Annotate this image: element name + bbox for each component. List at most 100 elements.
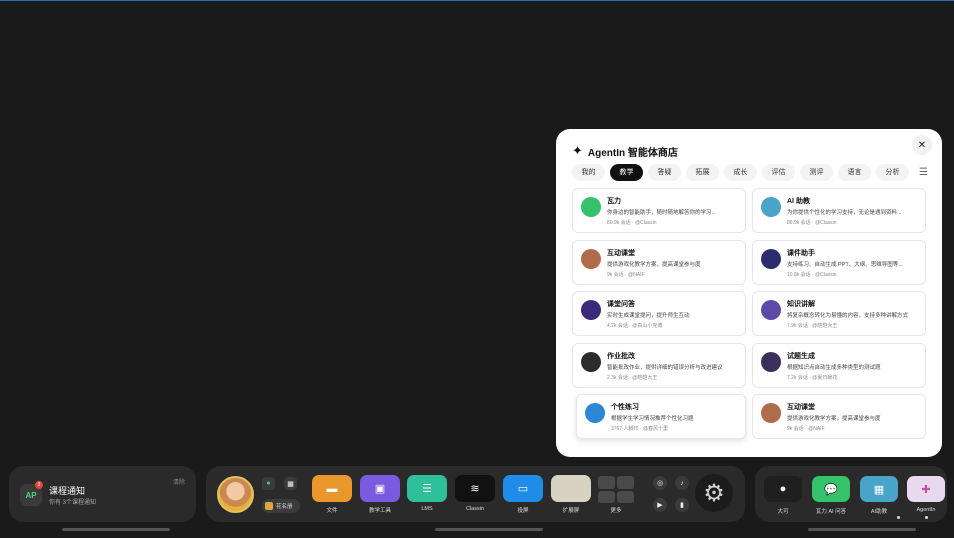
camera-icon[interactable]: ● <box>262 477 275 490</box>
app-teaching-tools[interactable]: ▣ 教学工具 <box>360 475 400 514</box>
main-dock: ● ▦ 花名册 ▬ 文件 ▣ 教学工具 ☰ LMS ≋ Classin ▭ 投屏… <box>206 466 745 522</box>
agent-meta: 7.9k 会话 · @皑皑大王 <box>787 323 838 329</box>
notification-subtitle: 你有 3个课程通知 <box>49 500 97 506</box>
agent-name: 个性练习 <box>611 404 639 411</box>
extended-screen-icon <box>551 475 591 502</box>
agent-avatar-icon <box>581 197 601 217</box>
store-header: ✦ AgentIn 智能体商店 <box>572 139 678 163</box>
tab-test[interactable]: 测评 <box>800 163 833 181</box>
app-dake[interactable]: ● 大可 <box>764 476 802 515</box>
ai-dock: ● 大可 💬 瓦力 AI 问答 ▦ AI助教 ✚ AgentIn <box>755 466 947 522</box>
agent-avatar-icon <box>761 352 781 372</box>
lms-icon: ☰ <box>407 475 447 502</box>
microphone-icon[interactable]: ♪ <box>675 476 689 490</box>
agent-card[interactable]: AI 助教 为你提供个性化的学习支持，无论是遇到资料... 86.9k 会话 ·… <box>752 188 926 233</box>
app-label: 扩展屏 <box>562 508 580 514</box>
more-apps-grid[interactable] <box>598 476 634 503</box>
agent-card[interactable]: 知识讲解 将复杂概念转化为易懂的内容，支持多种讲解方式 7.9k 会话 · @皑… <box>752 291 926 336</box>
tab-assessment[interactable]: 评估 <box>762 163 795 181</box>
agent-card[interactable]: 个性练习 根据学生学习情况推荐个性化习题 3767 人脚印 · @春风十里 <box>576 394 746 439</box>
classin-icon: ≋ <box>455 475 495 502</box>
settings-gear-icon[interactable]: ⚙ <box>695 474 733 512</box>
agent-card[interactable]: 课件助手 支持练习、自动生成 PPT、大纲、思维导图等... 10.8k 会话 … <box>752 240 926 285</box>
roster-label: 花名册 <box>276 504 293 510</box>
app-label: AgentIn <box>916 507 936 513</box>
signal-icon[interactable]: ▮ <box>675 498 689 512</box>
agent-description: 根据学生学习情况推荐个性化习题 <box>611 416 694 422</box>
app-label: 教学工具 <box>368 508 391 514</box>
agent-avatar-icon <box>581 249 601 269</box>
agent-meta: 3767 人脚印 · @春风十里 <box>611 426 669 432</box>
agent-meta: 4.2k 会话 · @白山小克博 <box>607 323 663 329</box>
app-screen-cast[interactable]: ▭ 投屏 <box>503 475 543 514</box>
home-indicator[interactable] <box>808 528 916 531</box>
agent-card[interactable]: 课堂问答 实时生成课堂提问，提升师生互动 4.2k 会话 · @白山小克博 <box>572 291 746 336</box>
tab-mine[interactable]: 我的 <box>572 163 605 181</box>
course-notification[interactable]: AP 3 课程通知 你有 3个课程通知 清除 <box>9 466 196 522</box>
app-lms[interactable]: ☰ LMS <box>407 475 447 512</box>
running-indicator <box>897 516 900 519</box>
app-label: 大可 <box>777 509 789 515</box>
agent-card[interactable]: 试题生成 根据知识点自动生成多种类型的测试题 7.2k 会话 · @夏日暖花 <box>752 343 926 388</box>
video-camera-icon[interactable]: ▶ <box>653 498 667 512</box>
agent-name: 互动课堂 <box>607 250 635 257</box>
agent-name: 课堂问答 <box>607 301 635 308</box>
agent-avatar-icon <box>761 249 781 269</box>
agent-name: 课件助手 <box>787 250 815 257</box>
agent-avatar-icon <box>581 300 601 320</box>
monitor-icon: ▭ <box>503 475 543 502</box>
tab-analysis[interactable]: 分析 <box>876 163 909 181</box>
roster-button[interactable]: 花名册 <box>262 499 300 513</box>
clear-button[interactable]: 清除 <box>173 477 185 486</box>
store-title: AgentIn 智能体商店 <box>587 147 678 159</box>
agent-card[interactable]: 互动课堂 提供游戏化教学方案，提高课堂参与度 9k 会话 · @NAIF <box>752 394 926 439</box>
agent-description: 支持练习、自动生成 PPT、大纲、思维导图等... <box>787 262 903 268</box>
target-icon[interactable]: ◎ <box>653 476 667 490</box>
agent-avatar-icon <box>581 352 601 372</box>
agent-avatar-icon <box>761 197 781 217</box>
notification-title: 课程通知 <box>49 486 86 496</box>
agent-card[interactable]: 瓦力 你身边的智能助手，随时随地解答你的学习... 80.9k 会话 · @Cl… <box>572 188 746 233</box>
tab-teaching[interactable]: 教学 <box>610 163 643 181</box>
agent-meta: 9k 会话 · @NAIF <box>787 426 825 432</box>
home-indicator[interactable] <box>435 528 543 531</box>
agent-name: 试题生成 <box>787 353 815 360</box>
app-label: Classin <box>465 506 485 512</box>
sparkle-icon: ✦ <box>572 143 583 158</box>
tab-language[interactable]: 语言 <box>838 163 871 181</box>
agent-avatar-icon <box>761 403 781 423</box>
tab-qa[interactable]: 答疑 <box>648 163 681 181</box>
orb-icon: ● <box>764 476 802 502</box>
running-indicator <box>925 516 928 519</box>
tab-growth[interactable]: 成长 <box>724 163 757 181</box>
user-avatar[interactable] <box>217 476 254 513</box>
app-ai-assistant[interactable]: ▦ AI助教 <box>860 476 898 515</box>
agent-meta: 10.8k 会话 · @Classin <box>787 272 837 278</box>
agent-description: 提供游戏化教学方案，提高课堂参与度 <box>787 416 881 422</box>
home-indicator[interactable] <box>62 528 170 531</box>
app-agentin[interactable]: ✚ AgentIn <box>907 476 945 513</box>
agent-description: 实时生成课堂提问，提升师生互动 <box>607 313 690 319</box>
agent-name: 瓦力 <box>607 198 621 205</box>
agent-card[interactable]: 作业批改 智能批改作业，提供详细的错误分析与改进建议 2.3k 会话 · @皑皑… <box>572 343 746 388</box>
agent-description: 提供游戏化教学方案，提高课堂参与度 <box>607 262 701 268</box>
agent-description: 将复杂概念转化为易懂的内容，支持多种讲解方式 <box>787 313 909 319</box>
app-label: LMS <box>421 506 433 512</box>
app-classin[interactable]: ≋ Classin <box>455 475 495 512</box>
agent-name: 作业批改 <box>607 353 635 360</box>
app-files[interactable]: ▬ 文件 <box>312 475 352 514</box>
app-wali-ai-qa[interactable]: 💬 瓦力 AI 问答 <box>812 476 850 515</box>
category-tabs: 我的 教学 答疑 拓展 成长 评估 测评 语言 分析 ☰ <box>572 163 928 181</box>
agent-store-panel: ✦ AgentIn 智能体商店 ✕ 我的 教学 答疑 拓展 成长 评估 测评 语… <box>556 129 942 457</box>
app-extended-screen[interactable]: 扩展屏 <box>551 475 591 514</box>
menu-icon[interactable]: ☰ <box>919 167 928 178</box>
agent-card[interactable]: 互动课堂 提供游戏化教学方案，提高课堂参与度 9k 会话 · @NAIF <box>572 240 746 285</box>
agent-name: 互动课堂 <box>787 404 815 411</box>
close-button[interactable]: ✕ <box>912 135 932 155</box>
agent-meta: 86.9k 会话 · @Classin <box>787 220 837 226</box>
tab-extension[interactable]: 拓展 <box>686 163 719 181</box>
agent-description: 为你提供个性化的学习支持，无论是遇到资料... <box>787 210 902 216</box>
grid-apps-icon[interactable]: ▦ <box>284 477 297 490</box>
agent-description: 根据知识点自动生成多种类型的测试题 <box>787 365 881 371</box>
agent-avatar-icon <box>585 403 605 423</box>
